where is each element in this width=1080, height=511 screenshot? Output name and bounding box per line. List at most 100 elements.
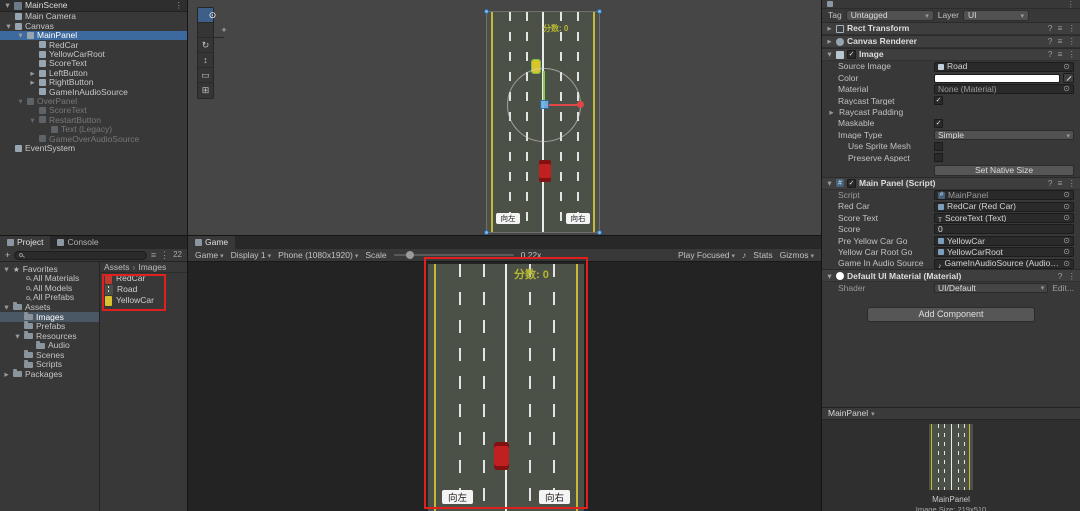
expand-arrow-icon[interactable]: [17, 31, 24, 40]
expand-arrow-icon[interactable]: [29, 78, 36, 87]
breadcrumb-root[interactable]: Assets: [104, 263, 130, 272]
object-picker-icon[interactable]: [1063, 85, 1070, 93]
transform-tool-button[interactable]: [198, 83, 213, 98]
more-icon[interactable]: [1068, 24, 1077, 33]
more-icon[interactable]: [160, 251, 169, 260]
object-picker-icon[interactable]: [1063, 63, 1070, 71]
raycast-target-checkbox[interactable]: [934, 96, 943, 106]
eyedropper-icon[interactable]: [1063, 73, 1074, 84]
presets-icon[interactable]: [1058, 24, 1063, 33]
pre-yellow-car-field[interactable]: YellowCar: [934, 235, 1074, 246]
expand-arrow-icon[interactable]: [3, 265, 10, 274]
scale-tool-button[interactable]: [198, 53, 213, 68]
hierarchy-item-scoretext-over[interactable]: ScoreText: [0, 106, 187, 115]
folder-scenes[interactable]: Scenes: [0, 350, 99, 360]
expand-arrow-icon[interactable]: [17, 97, 24, 106]
component-enabled-checkbox[interactable]: [847, 178, 856, 188]
maskable-checkbox[interactable]: [934, 119, 943, 129]
hierarchy-item-eventsystem[interactable]: EventSystem: [0, 143, 187, 152]
more-icon[interactable]: [1068, 37, 1077, 46]
presets-icon[interactable]: [1058, 50, 1063, 59]
expand-arrow-icon[interactable]: [14, 332, 21, 341]
x-axis-handle[interactable]: [545, 104, 579, 106]
edit-button[interactable]: Edit...: [1052, 284, 1074, 293]
road-sprite[interactable]: 分数: 0 向左 向右: [484, 9, 602, 235]
more-icon[interactable]: [175, 1, 184, 10]
script-field[interactable]: MainPanel: [934, 190, 1074, 201]
main-panel-script-header[interactable]: Main Panel (Script): [822, 176, 1080, 190]
game-view-dropdown[interactable]: Game: [195, 251, 224, 260]
component-enabled-checkbox[interactable]: [847, 50, 856, 59]
scale-slider-handle[interactable]: [405, 251, 414, 259]
expand-arrow-icon[interactable]: [29, 69, 36, 78]
object-picker-icon[interactable]: [1063, 214, 1070, 222]
object-picker-icon[interactable]: [1063, 237, 1070, 245]
favorite-all-materials[interactable]: All Materials: [0, 274, 99, 284]
score-text-field[interactable]: ScoreText (Text): [934, 212, 1074, 223]
hierarchy-item-canvas[interactable]: Canvas: [0, 21, 187, 30]
hierarchy-item-overpanel[interactable]: OverPanel: [0, 97, 187, 106]
yellow-car-root-field[interactable]: YellowCarRoot: [934, 247, 1074, 258]
material-asset-header[interactable]: Default UI Material (Material): [822, 269, 1080, 283]
hierarchy-item-text-legacy[interactable]: Text (Legacy): [0, 125, 187, 134]
folder-audio[interactable]: Audio: [0, 340, 99, 351]
object-picker-icon[interactable]: [1063, 260, 1070, 268]
asset-road[interactable]: Road: [100, 284, 187, 295]
canvas-renderer-header[interactable]: Canvas Renderer: [822, 35, 1080, 48]
raycast-padding-row[interactable]: Raycast Padding: [822, 107, 1080, 118]
more-icon[interactable]: [1068, 179, 1077, 188]
object-picker-icon[interactable]: [1063, 191, 1070, 199]
folder-images[interactable]: Images: [0, 311, 99, 322]
filter-icon[interactable]: [151, 251, 156, 260]
move-tool-button[interactable]: [198, 23, 224, 38]
layer-dropdown[interactable]: UI: [962, 10, 1029, 21]
hierarchy-item-yellowcarroot[interactable]: YellowCarRoot: [0, 50, 187, 59]
expand-arrow-icon[interactable]: [3, 370, 10, 379]
play-focused-dropdown[interactable]: Play Focused: [678, 251, 735, 260]
right-button[interactable]: 向右: [539, 490, 570, 504]
object-picker-icon[interactable]: [1063, 248, 1070, 256]
hierarchy-item-scoretext[interactable]: ScoreText: [0, 59, 187, 68]
axis-handle-dot[interactable]: [577, 101, 584, 108]
hierarchy-item-rightbutton[interactable]: RightButton: [0, 78, 187, 87]
preserve-aspect-checkbox[interactable]: [934, 153, 943, 163]
material-field[interactable]: None (Material): [934, 84, 1074, 95]
source-image-field[interactable]: Road: [934, 61, 1074, 72]
presets-icon[interactable]: [1058, 179, 1063, 188]
resize-handle[interactable]: [597, 230, 602, 235]
tab-game[interactable]: Game: [188, 236, 236, 249]
view-tool-button[interactable]: [198, 8, 213, 23]
use-sprite-mesh-checkbox[interactable]: [934, 141, 943, 151]
more-icon[interactable]: [1067, 0, 1076, 8]
tab-project[interactable]: Project: [0, 236, 51, 249]
hierarchy-item-gameinaudiosource[interactable]: GameInAudioSource: [0, 87, 187, 96]
object-picker-icon[interactable]: [1063, 203, 1070, 211]
stats-button[interactable]: Stats: [753, 251, 772, 260]
hierarchy-item-leftbutton[interactable]: LeftButton: [0, 68, 187, 77]
game-in-audio-field[interactable]: GameInAudioSource (Audio Source): [934, 258, 1074, 269]
resolution-dropdown[interactable]: Phone (1080x1920): [278, 251, 358, 260]
rect-tool-button[interactable]: [198, 68, 213, 83]
resize-handle[interactable]: [597, 9, 602, 14]
scale-slider[interactable]: [393, 251, 514, 259]
project-search[interactable]: [14, 250, 147, 260]
foldout-icon[interactable]: [826, 37, 833, 46]
help-icon[interactable]: [1058, 272, 1063, 281]
create-asset-icon[interactable]: [5, 251, 10, 260]
foldout-icon[interactable]: [828, 108, 835, 117]
hierarchy-scene-header[interactable]: MainScene: [0, 0, 187, 12]
left-button[interactable]: 向左: [496, 213, 520, 224]
scene-foldout-icon[interactable]: [4, 1, 11, 10]
assets-root[interactable]: Assets: [0, 302, 99, 312]
red-car-field[interactable]: RedCar (Red Car): [934, 201, 1074, 212]
pivot-handle[interactable]: [540, 100, 549, 109]
asset-redcar[interactable]: RedCar: [100, 273, 187, 284]
favorite-all-models[interactable]: All Models: [0, 283, 99, 293]
asset-yellowcar[interactable]: YellowCar: [100, 295, 187, 306]
expand-arrow-icon[interactable]: [5, 22, 12, 31]
search-input[interactable]: [26, 250, 142, 260]
expand-arrow-icon[interactable]: [3, 303, 10, 312]
more-icon[interactable]: [1068, 50, 1077, 59]
road-image[interactable]: 分数: 0 向左 向右: [428, 264, 584, 511]
rect-transform-header[interactable]: Rect Transform: [822, 22, 1080, 35]
